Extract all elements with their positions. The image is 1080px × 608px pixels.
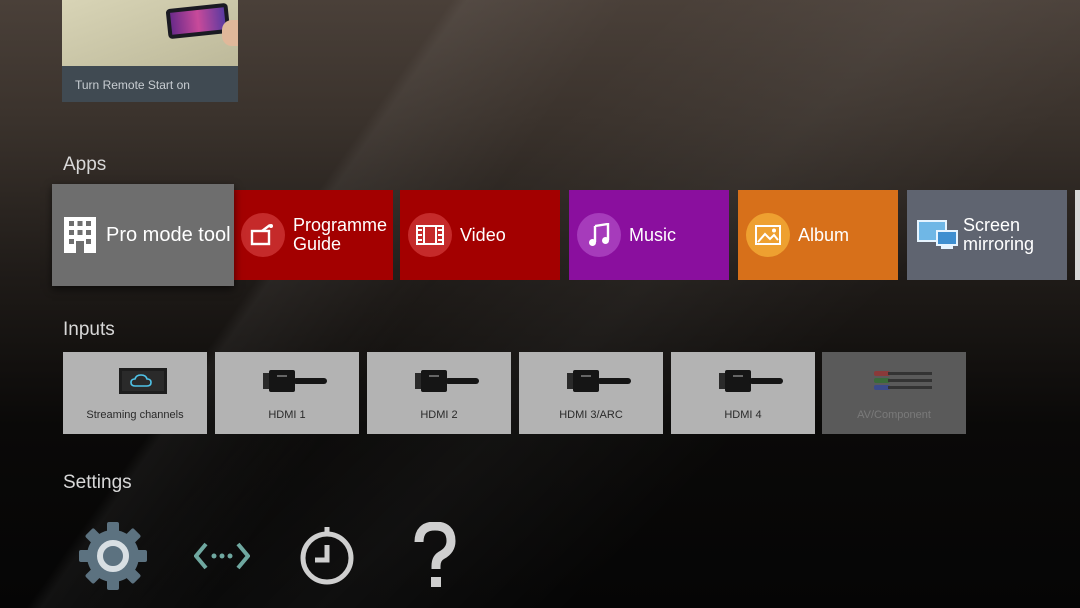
hdmi-cable-icon (415, 370, 479, 392)
app-label: Pro mode tool (106, 223, 231, 246)
remote-start-thumbnail (62, 0, 238, 66)
remote-start-card[interactable]: Turn Remote Start on (62, 0, 238, 102)
help-button[interactable] (397, 518, 473, 594)
input-label: HDMI 4 (724, 409, 762, 421)
cloud-tv-icon (119, 368, 167, 394)
app-music[interactable]: Music (569, 190, 729, 280)
app-next-tile-edge[interactable] (1075, 190, 1080, 280)
gear-icon (79, 522, 147, 590)
settings-section-title: Settings (63, 472, 132, 493)
hdmi-cable-icon (263, 370, 327, 392)
input-label: HDMI 2 (420, 409, 458, 421)
input-label: HDMI 1 (268, 409, 306, 421)
input-label: Streaming channels (86, 409, 184, 421)
input-hdmi-4[interactable]: HDMI 4 (671, 352, 815, 434)
inputs-section-title: Inputs (63, 319, 115, 340)
phone-image (165, 2, 231, 40)
input-av-component[interactable]: AV/Component (822, 352, 966, 434)
film-icon (408, 213, 452, 257)
network-arrows-icon (194, 542, 250, 570)
help-icon (414, 522, 456, 587)
remote-start-caption: Turn Remote Start on (75, 78, 190, 92)
picture-icon (746, 213, 790, 257)
app-label: Programme Guide (293, 215, 388, 254)
app-video[interactable]: Video (400, 190, 560, 280)
settings-gear-button[interactable] (75, 518, 151, 594)
building-icon (64, 217, 96, 253)
input-label: AV/Component (857, 409, 931, 421)
app-screen-mirroring[interactable]: Screen mirroring (907, 190, 1067, 280)
hand-image (222, 20, 238, 46)
music-note-icon (577, 213, 621, 257)
app-label: Video (460, 224, 506, 245)
av-cable-icon (874, 371, 932, 390)
input-hdmi-2[interactable]: HDMI 2 (367, 352, 511, 434)
input-label: HDMI 3/ARC (559, 409, 623, 421)
timer-button[interactable] (289, 518, 365, 594)
hdmi-cable-icon (719, 370, 783, 392)
input-hdmi-1[interactable]: HDMI 1 (215, 352, 359, 434)
hdmi-cable-icon (567, 370, 631, 392)
input-streaming-channels[interactable]: Streaming channels (63, 352, 207, 434)
app-programme-guide[interactable]: Programme Guide (233, 190, 393, 280)
app-album[interactable]: Album (738, 190, 898, 280)
screen-mirroring-icon (917, 213, 959, 257)
apps-section-title: Apps (63, 154, 107, 175)
timer-icon (300, 527, 354, 585)
input-hdmi-3-arc[interactable]: HDMI 3/ARC (519, 352, 663, 434)
app-pro-mode-tool[interactable]: Pro mode tool (52, 184, 234, 286)
app-label: Screen mirroring (963, 215, 1035, 254)
network-button[interactable] (184, 518, 260, 594)
tv-guide-icon (241, 213, 285, 257)
app-label: Music (629, 224, 677, 245)
app-label: Album (798, 224, 850, 245)
